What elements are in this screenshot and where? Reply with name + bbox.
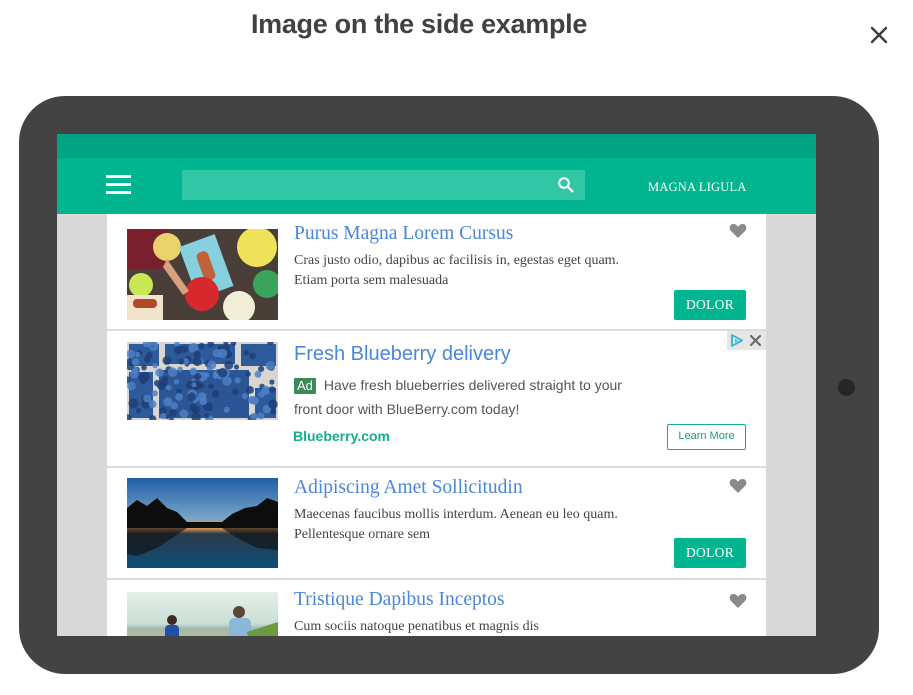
dolor-button[interactable]: DOLOR [674, 290, 746, 320]
dolor-button[interactable]: DOLOR [674, 538, 746, 568]
heart-icon[interactable] [729, 593, 747, 609]
learn-more-button[interactable]: Learn More [667, 424, 746, 450]
item-description: Maecenas faucibus mollis interdum. Aenea… [294, 507, 618, 542]
adchoices-icon[interactable] [729, 333, 744, 348]
ad-badge: Ad [294, 378, 316, 394]
picnic-food-photo[interactable] [127, 229, 278, 320]
dialog-title: Image on the side example [250, 9, 588, 39]
item-description: Cum sociis natoque penatibus et magnis d… [294, 619, 539, 634]
ad-description-text: Have fresh blueberries delivered straigh… [294, 377, 622, 417]
ad-choices-bar [727, 331, 766, 350]
close-ad-icon[interactable] [749, 334, 762, 347]
heart-icon[interactable] [729, 223, 747, 239]
tablet-screen: MAGNA LIGULA Purus Magna Lorem Cursus Cr… [57, 134, 816, 636]
heart-icon[interactable] [729, 478, 747, 494]
ad-description: Ad Have fresh blueberries delivered strai… [294, 373, 624, 421]
tablet-frame: MAGNA LIGULA Purus Magna Lorem Cursus Cr… [19, 96, 879, 674]
item-title-link[interactable]: Adipiscing Amet Sollicitudin [294, 477, 523, 499]
ad-domain-link[interactable]: Blueberry.com [293, 428, 390, 444]
hamburger-menu-icon[interactable] [106, 175, 132, 197]
status-bar [57, 134, 816, 158]
list-item: Purus Magna Lorem Cursus Cras justo odio… [107, 214, 766, 331]
search-input[interactable] [182, 170, 585, 200]
app-brand-link[interactable]: MAGNA LIGULA [648, 180, 747, 195]
close-button[interactable] [866, 22, 892, 48]
item-title-link[interactable]: Tristique Dapibus Inceptos [294, 589, 505, 611]
tablet-camera [838, 379, 855, 396]
list-item: Tristique Dapibus Inceptos Cum sociis na… [107, 580, 766, 636]
item-description: Cras justo odio, dapibus ac facilisis in… [294, 253, 620, 288]
close-icon [870, 26, 888, 44]
blueberries-photo[interactable] [127, 342, 278, 420]
feed-list: Purus Magna Lorem Cursus Cras justo odio… [107, 214, 766, 636]
item-title-link[interactable]: Purus Magna Lorem Cursus [294, 223, 513, 245]
app-bar: MAGNA LIGULA [57, 158, 816, 214]
family-beach-photo[interactable] [127, 592, 278, 636]
ad-item: Fresh Blueberry delivery Ad Have fresh bl… [107, 331, 766, 468]
list-item: Adipiscing Amet Sollicitudin Maecenas fa… [107, 468, 766, 580]
palm-sunset-photo[interactable] [127, 478, 278, 568]
ad-title-link[interactable]: Fresh Blueberry delivery [294, 343, 511, 366]
search-icon[interactable] [557, 176, 575, 194]
